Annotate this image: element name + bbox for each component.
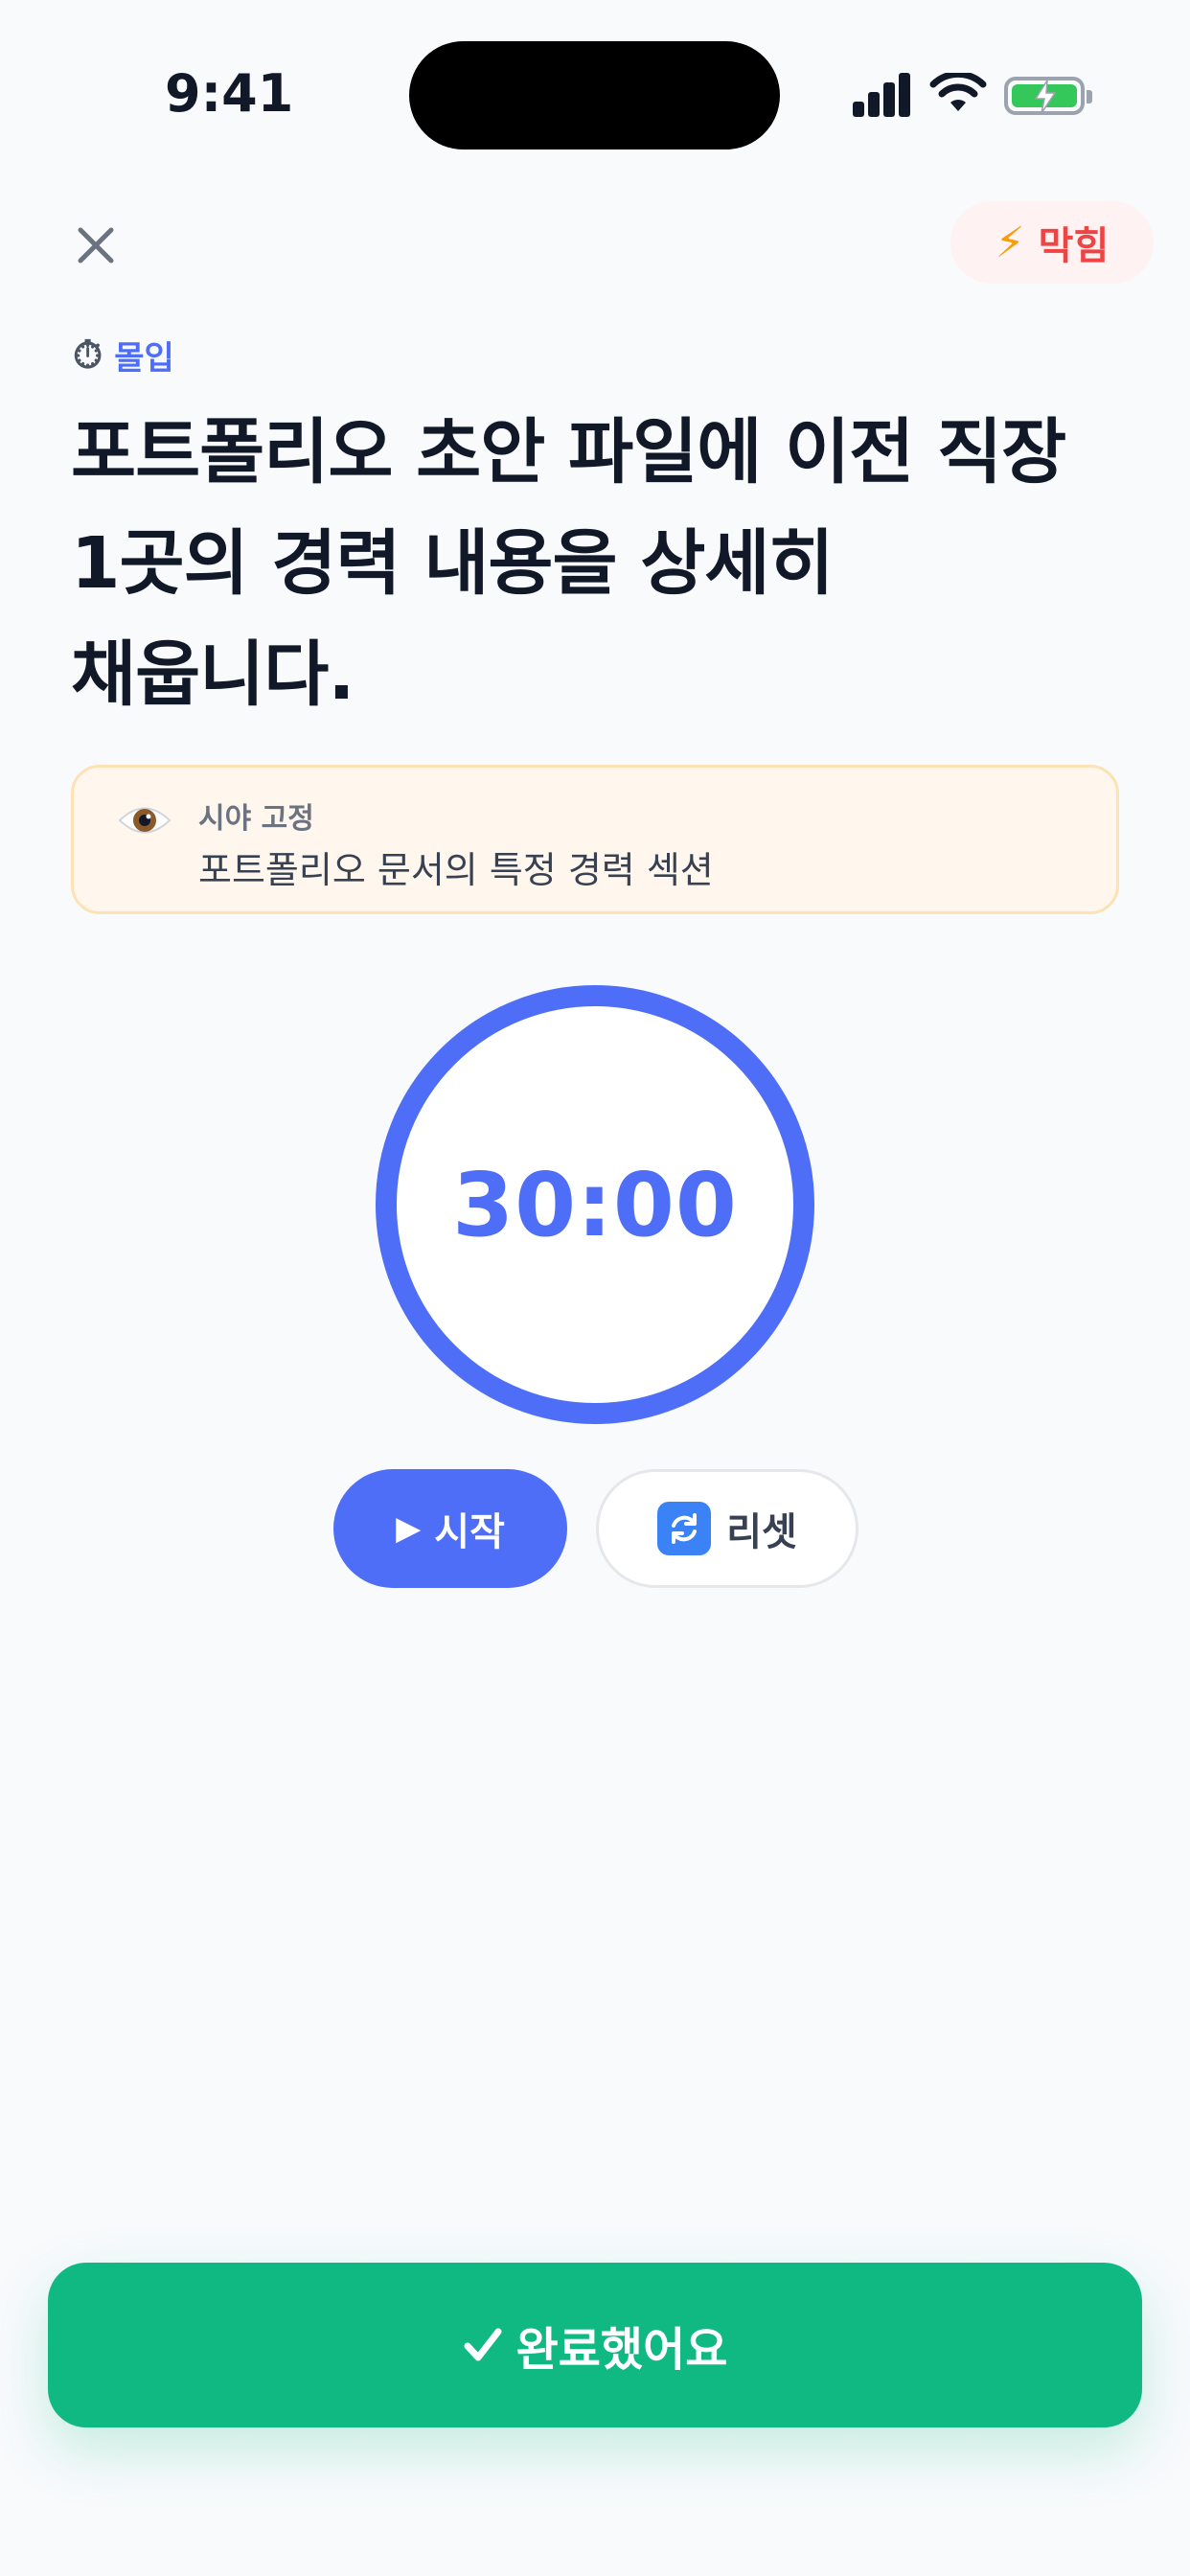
reset-button[interactable]: 리셋 [596, 1469, 858, 1588]
timer-display: 30:00 [452, 1153, 738, 1256]
wifi-icon [929, 73, 987, 111]
task-title-line: 1곳의 경력 내용을 상세히 [71, 522, 835, 605]
mode-label-text: 몰입 [114, 339, 174, 378]
close-icon [78, 227, 114, 264]
reset-label: 리셋 [726, 1510, 797, 1554]
focus-text: 포트폴리오 문서의 특정 경력 섹션 [198, 849, 714, 891]
complete-label: 완료했어요 [515, 2323, 728, 2377]
focus-card: 시야 고정 포트폴리오 문서의 특정 경력 섹션 [71, 765, 1119, 914]
timer-ring: 30:00 [376, 985, 814, 1424]
task-title-line: 포트폴리오 초안 파일에 이전 직장 [71, 411, 1066, 494]
status-time: 9:41 [165, 63, 294, 124]
focus-label: 시야 고정 [198, 802, 314, 836]
eye-icon [118, 807, 172, 834]
task-title: 포트폴리오 초안 파일에 이전 직장 1곳의 경력 내용을 상세히 채웁니다. [71, 397, 1134, 730]
dynamic-island [409, 41, 780, 150]
focus-session-screen: 9:41 ⚡ 막힘 ⏱ 몰입 포트폴리오 초안 파일에 이전 직장 1곳의 경력… [0, 0, 1190, 2576]
battery-charging-icon [1004, 77, 1092, 115]
stuck-label: 막힘 [1038, 224, 1110, 268]
checkmark-icon [464, 2328, 502, 2361]
stopwatch-icon: ⏱ [73, 333, 103, 378]
cellular-signal-icon [853, 71, 912, 117]
task-title-line: 채웁니다. [71, 633, 355, 716]
close-button[interactable] [65, 215, 126, 276]
stuck-button[interactable]: ⚡ 막힘 [950, 201, 1154, 284]
refresh-icon [657, 1502, 712, 1555]
mode-label: ⏱ 몰입 [73, 332, 174, 379]
start-button[interactable]: ▶ 시작 [333, 1469, 567, 1588]
lightning-icon: ⚡ [995, 218, 1025, 267]
start-label: 시작 [434, 1510, 505, 1554]
complete-button[interactable]: 완료했어요 [48, 2263, 1142, 2427]
play-icon: ▶ [396, 1509, 422, 1548]
